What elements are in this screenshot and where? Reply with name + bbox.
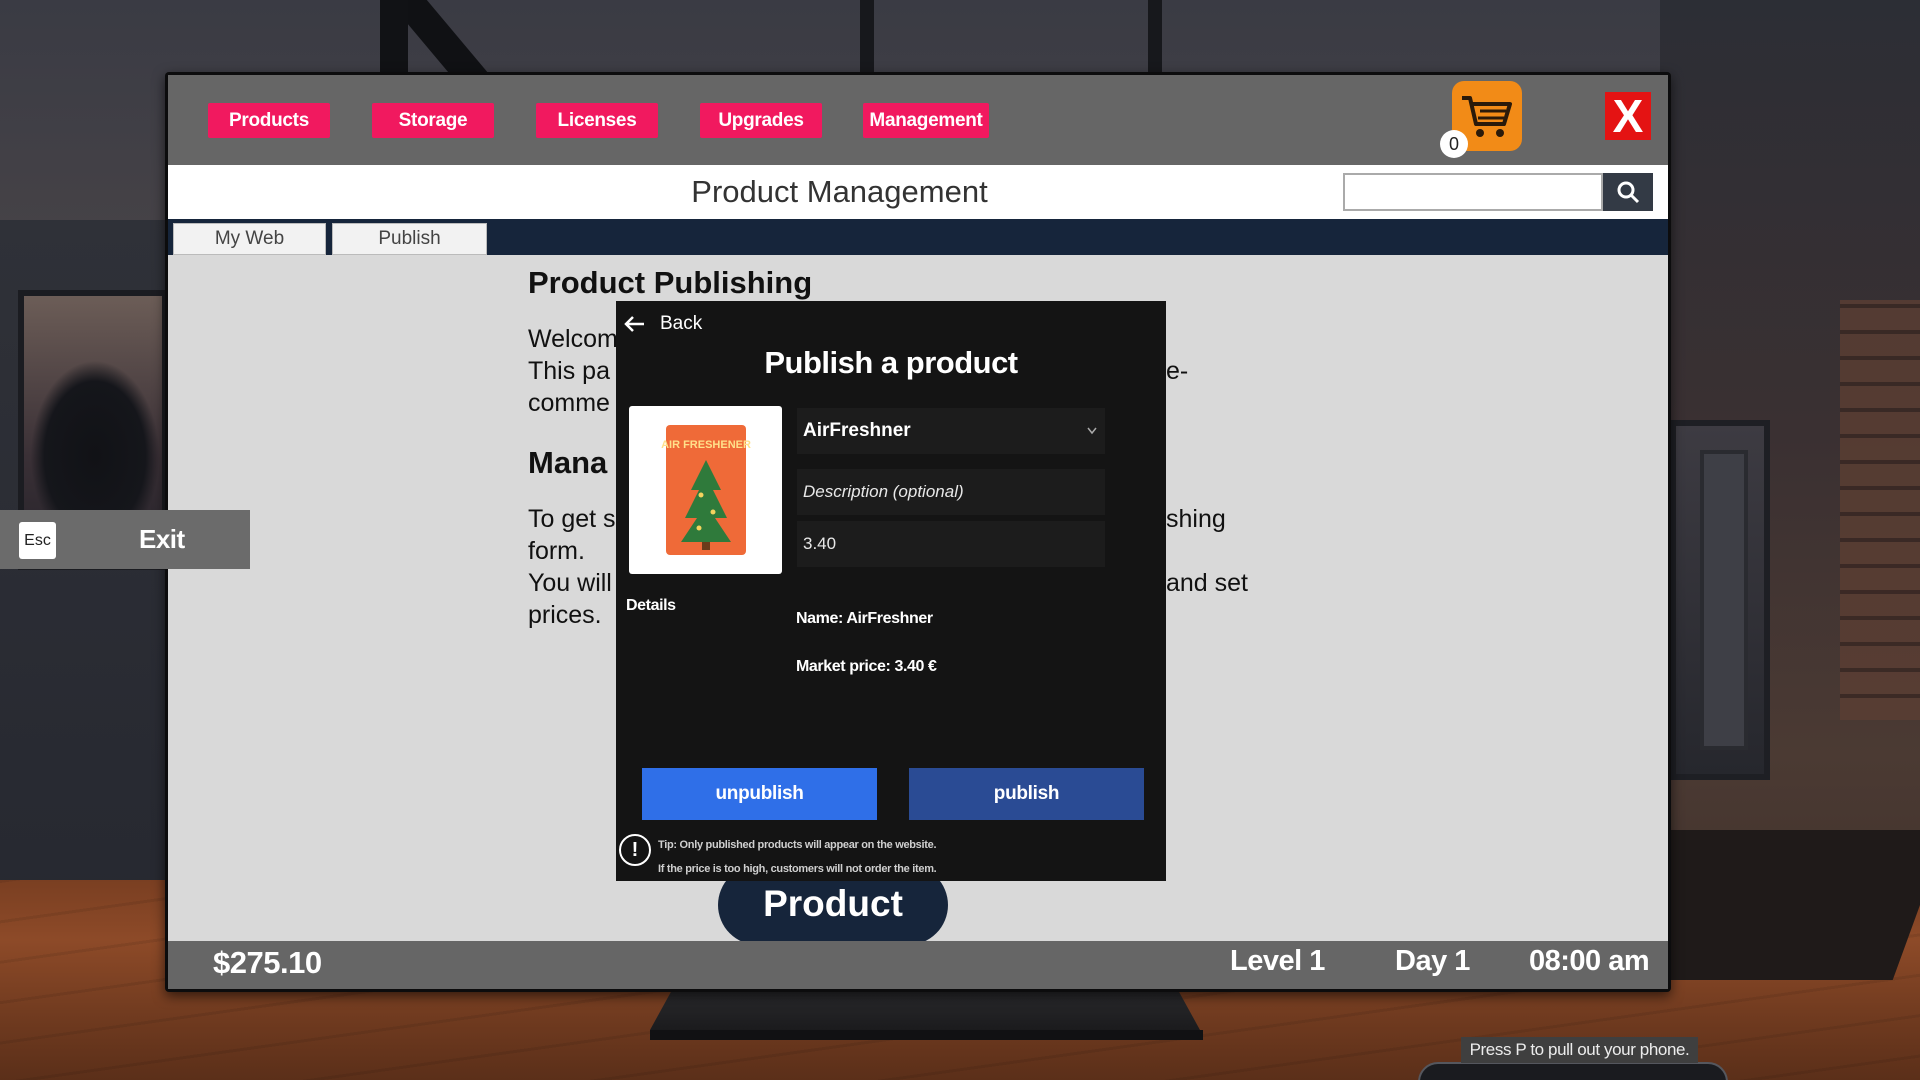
content-subheading: Mana [528, 445, 608, 480]
cart-count-badge: 0 [1440, 130, 1468, 158]
exclamation-icon: ! [619, 834, 651, 866]
tab-my-web[interactable]: My Web [173, 223, 326, 255]
close-button[interactable]: X [1605, 92, 1651, 140]
level-display: Level 1 [1230, 945, 1325, 977]
content-text: shing [1166, 505, 1226, 533]
shopping-cart-icon [1462, 96, 1512, 137]
publish-product-modal: Back Publish a product AIR FRESHENER Air… [616, 301, 1166, 881]
exit-label: Exit [139, 524, 185, 554]
monitor-stand-base [650, 1030, 1203, 1040]
back-label: Back [660, 313, 703, 334]
page-title: Product Management [691, 174, 988, 209]
status-bar: $275.10 Level 1 Day 1 08:00 am [168, 941, 1668, 989]
sub-nav-bar: My Web Publish [168, 219, 1668, 255]
esc-key-icon: Esc [19, 522, 56, 559]
phone-hint: Press P to pull out your phone. [1461, 1037, 1698, 1063]
unpublish-button[interactable]: unpublish [642, 768, 877, 820]
time-display: 08:00 am [1529, 945, 1650, 977]
search-input[interactable] [1343, 173, 1603, 211]
arrow-left-icon [624, 316, 644, 332]
ceiling-beam [860, 0, 874, 80]
page-header: Product Management [168, 165, 1668, 219]
top-nav-bar: Products Storage Licenses Upgrades Manag… [168, 75, 1668, 165]
price-field[interactable]: 3.40 [797, 521, 1105, 567]
product-select[interactable]: AirFreshner [797, 408, 1105, 454]
right-window-pane [1700, 450, 1748, 750]
nav-upgrades-button[interactable]: Upgrades [700, 103, 822, 138]
brick-wall [1840, 300, 1920, 720]
description-field[interactable]: Description (optional) [797, 469, 1105, 515]
content-text: prices. [528, 601, 602, 629]
product-name-info: Name: AirFreshner [796, 610, 933, 627]
content-text: You will [528, 569, 612, 597]
tab-publish[interactable]: Publish [332, 223, 487, 255]
money-display: $275.10 [213, 945, 322, 980]
market-price-info: Market price: 3.40 € [796, 658, 937, 675]
computer-screen: Products Storage Licenses Upgrades Manag… [168, 75, 1668, 989]
nav-products-button[interactable]: Products [208, 103, 330, 138]
product-select-value: AirFreshner [803, 420, 911, 441]
modal-title: Publish a product [764, 345, 1018, 380]
exit-panel[interactable]: Esc Exit [0, 510, 250, 569]
monitor-stand [650, 990, 1200, 1030]
search-button[interactable] [1603, 173, 1653, 211]
content-text: form. [528, 537, 585, 565]
search-icon [1617, 181, 1640, 204]
content-text: Welcom [528, 325, 618, 353]
tip-text: If the price is too high, customers will… [658, 863, 937, 875]
chevron-down-icon [1087, 427, 1097, 435]
content-text: To get s [528, 505, 616, 533]
tree-silhouette [30, 360, 160, 520]
ceiling-beam [1148, 0, 1162, 80]
nav-management-button[interactable]: Management [863, 103, 989, 138]
back-button[interactable]: Back [624, 309, 702, 339]
phone-edge [1418, 1062, 1728, 1080]
product-thumbnail: AIR FRESHENER [629, 406, 782, 574]
publish-button[interactable]: publish [909, 768, 1144, 820]
day-display: Day 1 [1395, 945, 1470, 977]
content-text: comme [528, 389, 610, 417]
product-image-text: AIR FRESHENER [661, 439, 751, 451]
content-text: and set [1166, 569, 1249, 597]
nav-storage-button[interactable]: Storage [372, 103, 494, 138]
details-label: Details [626, 597, 676, 614]
content-heading: Product Publishing [528, 265, 813, 300]
content-text: e- [1166, 357, 1189, 385]
tip-text: Tip: Only published products will appear… [658, 839, 937, 851]
air-freshener-image: AIR FRESHENER [661, 425, 751, 555]
nav-licenses-button[interactable]: Licenses [536, 103, 658, 138]
content-text: This pa [528, 357, 610, 385]
